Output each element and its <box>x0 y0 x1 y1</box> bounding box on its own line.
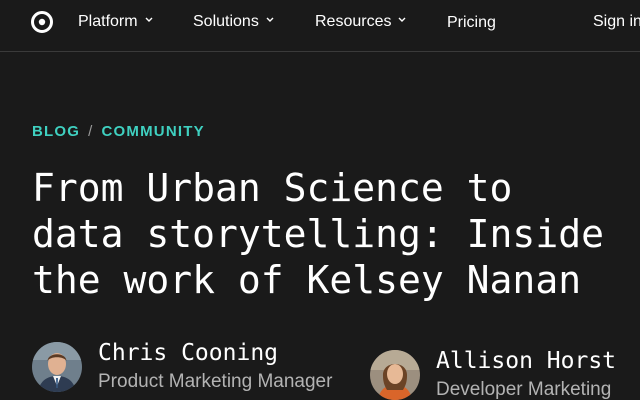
article-title-line: the work of Kelsey Nanan <box>32 258 582 302</box>
avatar-chris-image <box>32 342 82 392</box>
breadcrumb-separator: / <box>88 123 94 140</box>
nav-item-label: Resources <box>315 13 392 30</box>
circle-logo-icon[interactable] <box>31 11 53 33</box>
avatar-allison[interactable] <box>370 350 420 400</box>
author-role: Developer Marketing <box>436 379 612 400</box>
top-navigation: Platform Solutions Resources Pricing Sig… <box>0 0 640 52</box>
article-title-line: data storytelling: Inside <box>32 212 604 256</box>
author-name[interactable]: Allison Horst <box>436 347 616 375</box>
nav-item-resources[interactable]: Resources <box>315 12 406 32</box>
avatar-allison-image <box>370 350 420 400</box>
nav-item-pricing[interactable]: Pricing <box>447 13 496 33</box>
chevron-down-icon <box>398 17 406 23</box>
breadcrumb-community-link[interactable]: COMMUNITY <box>102 123 205 140</box>
article-title-line: From Urban Science to <box>32 166 513 210</box>
chevron-down-icon <box>266 17 274 23</box>
nav-item-label: Platform <box>78 13 138 30</box>
nav-item-label: Pricing <box>447 14 496 31</box>
breadcrumb-blog-link[interactable]: BLOG <box>32 123 80 140</box>
author-role: Product Marketing Manager <box>98 371 333 392</box>
sign-in-label: Sign in <box>593 13 640 30</box>
avatar-chris[interactable] <box>32 342 82 392</box>
nav-item-label: Solutions <box>193 13 259 30</box>
author-name[interactable]: Chris Cooning <box>98 339 278 367</box>
article-title: From Urban Science to data storytelling:… <box>32 165 604 303</box>
chevron-down-icon <box>145 17 153 23</box>
breadcrumb: BLOG / COMMUNITY <box>32 123 205 141</box>
sign-in-link[interactable]: Sign in <box>593 12 640 32</box>
nav-item-solutions[interactable]: Solutions <box>193 12 274 32</box>
nav-item-platform[interactable]: Platform <box>78 12 153 32</box>
